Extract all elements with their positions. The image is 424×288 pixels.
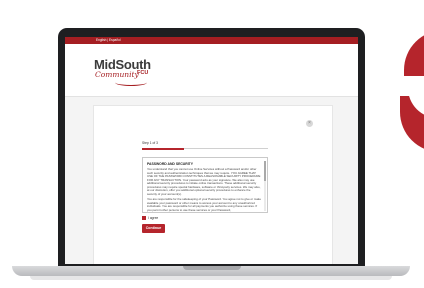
decorative-red-shape-top: [404, 30, 424, 76]
enrollment-card: × Step 1 of 3 PASSWORD AND SECURITY You …: [93, 105, 333, 264]
close-icon[interactable]: ×: [306, 120, 313, 127]
laptop-lid: English | Español MidSouth Community FCU…: [58, 28, 365, 268]
laptop-notch: [183, 266, 241, 270]
agree-checkbox[interactable]: [142, 216, 146, 220]
logo-script-text: Community: [95, 70, 139, 79]
terms-scroll-box[interactable]: PASSWORD AND SECURITY You understand tha…: [142, 157, 268, 213]
progress-fill: [142, 147, 184, 150]
terms-heading: PASSWORD AND SECURITY: [147, 162, 193, 166]
language-switch[interactable]: English | Español: [96, 37, 121, 44]
terms-scrollbar[interactable]: [264, 161, 266, 211]
agree-row[interactable]: I agree: [142, 216, 158, 220]
step-indicator: Step 1 of 3: [142, 141, 158, 145]
logo-swoosh: [115, 79, 147, 86]
terms-paragraph: You understand that you cannot use Onlin…: [147, 167, 261, 196]
logo-suffix: FCU: [137, 70, 149, 76]
progress-bar: [142, 147, 268, 150]
decorative-red-shape-bottom: [400, 88, 424, 152]
agree-label: I agree: [148, 216, 159, 220]
continue-button[interactable]: Continue: [142, 224, 165, 233]
scrollbar-thumb[interactable]: [264, 161, 266, 181]
top-bar: English | Español: [65, 37, 358, 44]
terms-paragraph: You are responsible for the safekeeping …: [147, 197, 261, 212]
laptop-shadow: [30, 276, 392, 280]
site-header: MidSouth Community FCU: [65, 44, 358, 97]
laptop-screen: English | Español MidSouth Community FCU…: [65, 37, 358, 264]
